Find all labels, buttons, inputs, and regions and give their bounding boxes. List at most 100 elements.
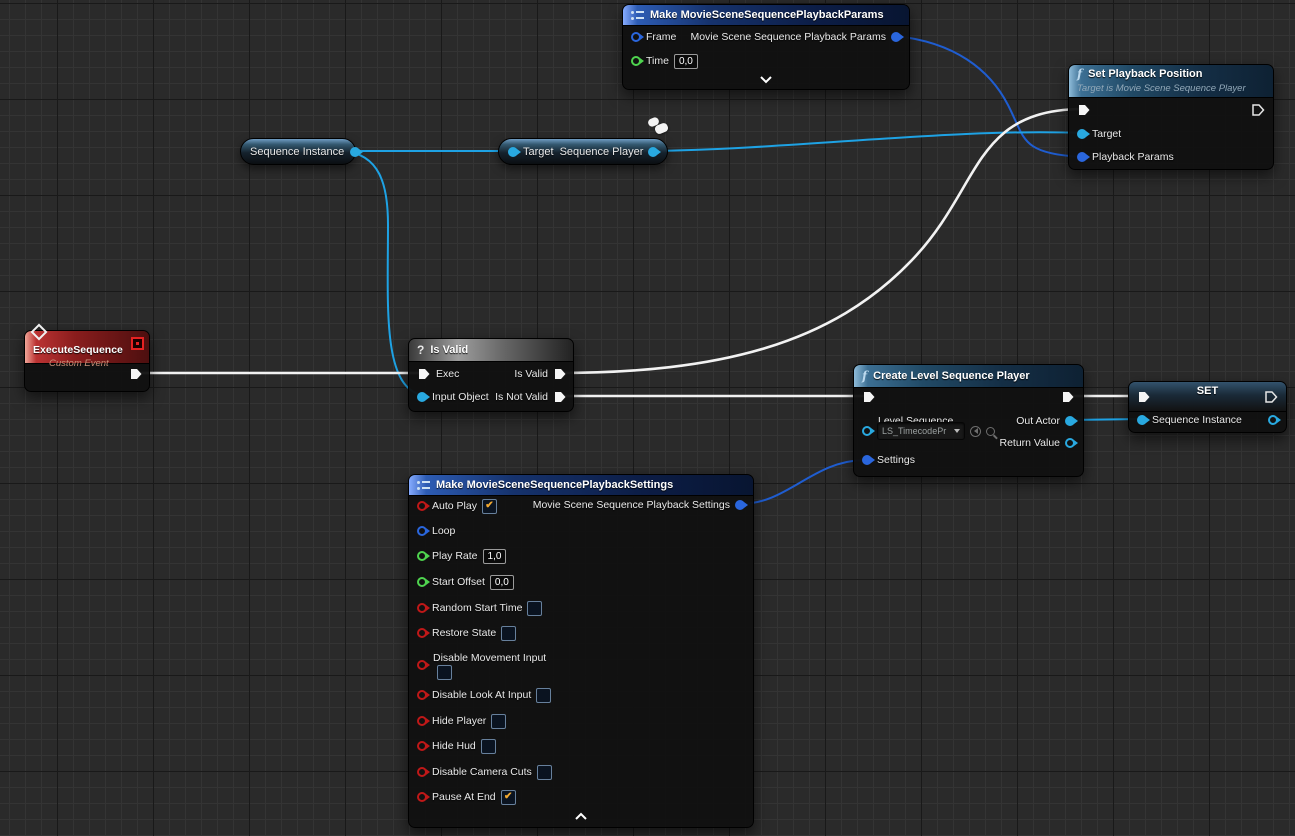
restore-state-checkbox[interactable] [501, 626, 516, 641]
disable-movement-input-label: Disable Movement Input [433, 652, 546, 664]
restore-state-pin[interactable] [417, 628, 427, 638]
hide-player-label: Hide Player [432, 715, 486, 727]
disable-camera-cuts-checkbox[interactable] [537, 765, 552, 780]
node-header[interactable]: Make MovieSceneSequencePlaybackSettings [409, 475, 753, 496]
wire-settings-to-create[interactable] [740, 460, 864, 504]
node-title: Set Playback Position [1088, 68, 1258, 80]
exec-in-pin[interactable] [1077, 103, 1091, 117]
browse-to-asset-icon[interactable] [986, 427, 995, 436]
node-header[interactable]: Make MovieSceneSequencePlaybackParams [623, 5, 909, 26]
exec-out-pin[interactable] [1264, 390, 1278, 404]
sequence-player-output-pin[interactable] [648, 147, 658, 157]
is-not-valid-exec-out-pin[interactable] [553, 390, 567, 404]
disable-look-at-input-pin[interactable] [417, 690, 427, 700]
exec-out-pin[interactable] [1251, 103, 1265, 117]
out-actor-pin[interactable] [1065, 416, 1075, 426]
start-offset-label: Start Offset [432, 576, 485, 588]
playback-params-output-pin[interactable] [891, 32, 901, 42]
pause-at-end-checkbox[interactable]: ✔ [501, 790, 516, 805]
sequence-player-pin-label: Sequence Player [560, 146, 644, 158]
auto-play-checkbox[interactable]: ✔ [482, 499, 497, 514]
auto-play-label: Auto Play [432, 500, 477, 512]
return-value-pin-label: Return Value [999, 437, 1060, 449]
node-header[interactable]: f Set Playback Position Target is Movie … [1069, 65, 1273, 98]
node-execute-sequence-event[interactable]: ExecuteSequence Custom Event [24, 330, 150, 392]
expand-chevron-icon[interactable] [759, 75, 773, 84]
exec-out-pin[interactable] [129, 367, 143, 381]
time-pin[interactable] [631, 56, 641, 66]
node-header[interactable]: f Create Level Sequence Player [854, 365, 1083, 388]
node-header[interactable]: ExecuteSequence Custom Event [25, 331, 149, 364]
input-object-pin-label: Input Object [432, 391, 489, 403]
use-selected-asset-icon[interactable] [970, 426, 981, 437]
wire-seqplayer-to-target[interactable] [649, 132, 1082, 151]
node-set-sequence-instance[interactable]: SET Sequence Instance [1128, 381, 1287, 433]
time-pin-label: Time [646, 55, 669, 67]
settings-pin-label: Settings [877, 454, 915, 466]
sequence-instance-in-pin[interactable] [1137, 415, 1147, 425]
return-value-pin[interactable] [1065, 438, 1075, 448]
node-title: Make MovieSceneSequencePlaybackParams [650, 9, 884, 21]
auto-play-pin[interactable] [417, 501, 427, 511]
settings-output-pin-label: Movie Scene Sequence Playback Settings [533, 499, 730, 511]
disable-movement-input-checkbox[interactable] [437, 665, 452, 680]
target-pin-label: Target [523, 146, 554, 158]
target-input-pin[interactable] [508, 147, 518, 157]
disable-look-at-input-label: Disable Look At Input [432, 689, 531, 701]
exec-in-pin[interactable] [1137, 390, 1151, 404]
random-start-time-checkbox[interactable] [527, 601, 542, 616]
event-delegate-pin[interactable] [131, 337, 144, 350]
function-icon: f [1077, 68, 1082, 80]
hide-player-pin[interactable] [417, 716, 427, 726]
node-header[interactable]: SET [1129, 382, 1286, 412]
pause-at-end-pin[interactable] [417, 792, 427, 802]
level-sequence-pin[interactable] [862, 426, 872, 436]
node-get-sequence-instance[interactable]: Sequence Instance [240, 138, 356, 165]
hide-hud-pin[interactable] [417, 741, 427, 751]
exec-out-pin[interactable] [1061, 390, 1075, 404]
hide-player-checkbox[interactable] [491, 714, 506, 729]
is-valid-pin-label: Is Valid [514, 368, 548, 380]
exec-in-pin[interactable] [417, 367, 431, 381]
play-rate-input[interactable]: 1,0 [483, 549, 507, 564]
node-title: Make MovieSceneSequencePlaybackSettings [436, 479, 673, 491]
node-set-playback-position[interactable]: f Set Playback Position Target is Movie … [1068, 64, 1274, 170]
disable-look-at-input-checkbox[interactable] [536, 688, 551, 703]
random-start-time-pin[interactable] [417, 603, 427, 613]
function-icon: f [862, 370, 867, 382]
playback-params-pin-label: Playback Params [1092, 151, 1174, 163]
is-valid-exec-out-pin[interactable] [553, 367, 567, 381]
playback-params-pin[interactable] [1077, 152, 1087, 162]
start-offset-pin[interactable] [417, 577, 427, 587]
time-value-input[interactable]: 0,0 [674, 54, 698, 69]
output-pin-label: Movie Scene Sequence Playback Params [690, 31, 886, 43]
settings-pin[interactable] [862, 455, 872, 465]
sequence-instance-output-pin[interactable] [350, 147, 360, 157]
node-header[interactable]: ? Is Valid [409, 339, 573, 362]
play-rate-pin[interactable] [417, 551, 427, 561]
frame-pin[interactable] [631, 32, 641, 42]
start-offset-input[interactable]: 0,0 [490, 575, 514, 590]
target-pin[interactable] [1077, 129, 1087, 139]
node-create-level-sequence-player[interactable]: f Create Level Sequence Player Level Seq… [853, 364, 1084, 477]
collapse-chevron-icon[interactable] [574, 812, 588, 821]
settings-output-pin[interactable] [735, 500, 745, 510]
input-object-pin[interactable] [417, 392, 427, 402]
sequence-instance-out-pin[interactable] [1268, 415, 1278, 425]
exec-in-pin[interactable] [862, 390, 876, 404]
disable-movement-input-pin[interactable] [417, 660, 427, 670]
loop-pin[interactable] [417, 526, 427, 536]
hide-hud-checkbox[interactable] [481, 739, 496, 754]
wire-params-to-playbackparams[interactable] [895, 36, 1082, 157]
disable-camera-cuts-pin[interactable] [417, 767, 427, 777]
level-sequence-asset-dropdown[interactable]: LS_TimecodePr [877, 422, 965, 440]
is-not-valid-pin-label: Is Not Valid [495, 391, 548, 403]
asset-name: LS_TimecodePr [882, 426, 946, 436]
node-get-sequence-player[interactable]: Target Sequence Player [498, 138, 668, 165]
node-is-valid[interactable]: ? Is Valid Exec Is Valid Input Object Is… [408, 338, 574, 412]
comment-bubble-icon[interactable] [648, 118, 670, 136]
node-title: ExecuteSequence [33, 344, 125, 356]
make-struct-icon [631, 11, 644, 20]
node-make-playback-params[interactable]: Make MovieSceneSequencePlaybackParams Fr… [622, 4, 910, 90]
node-make-playback-settings[interactable]: Make MovieSceneSequencePlaybackSettings … [408, 474, 754, 828]
